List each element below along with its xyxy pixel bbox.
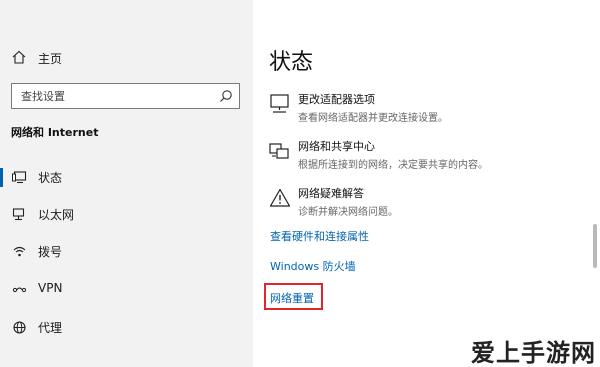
sidebar: 主页 网络和 Internet 状态 以太网 拨号 bbox=[0, 0, 253, 367]
scrollbar[interactable] bbox=[593, 224, 597, 268]
ethernet-icon bbox=[12, 208, 25, 221]
watermark: 爱上手游网 bbox=[471, 339, 596, 367]
view-hardware-properties-link[interactable]: 查看硬件和连接属性 bbox=[270, 228, 369, 244]
adapter-monitor-icon bbox=[270, 94, 289, 113]
setting-title: 网络疑难解答 bbox=[298, 187, 364, 200]
search-box[interactable] bbox=[11, 83, 240, 109]
sidebar-item-label: 以太网 bbox=[38, 208, 75, 222]
warning-triangle-icon bbox=[269, 188, 291, 207]
status-monitor-icon bbox=[12, 171, 27, 184]
network-sharing-center[interactable]: 网络和共享中心 根据所连接到的网络，决定要共享的内容。 bbox=[269, 138, 589, 182]
windows-firewall-link[interactable]: Windows 防火墙 bbox=[270, 258, 356, 274]
sidebar-item-label: 拨号 bbox=[38, 245, 63, 259]
setting-description: 诊断并解决网络问题。 bbox=[298, 207, 398, 218]
setting-title: 更改适配器选项 bbox=[298, 93, 375, 106]
setting-description: 查看网络适配器并更改连接设置。 bbox=[298, 113, 448, 124]
active-indicator bbox=[0, 168, 3, 187]
search-icon[interactable] bbox=[219, 89, 233, 103]
sharing-center-icon bbox=[269, 143, 289, 159]
sidebar-item-dialup[interactable]: 拨号 bbox=[0, 234, 253, 268]
section-title: 网络和 Internet bbox=[11, 126, 99, 139]
change-adapter-options[interactable]: 更改适配器选项 查看网络适配器并更改连接设置。 bbox=[269, 91, 589, 135]
search-input[interactable] bbox=[12, 84, 212, 108]
home-label: 主页 bbox=[38, 52, 63, 66]
page-title: 状态 bbox=[269, 50, 314, 75]
sidebar-item-ethernet[interactable]: 以太网 bbox=[0, 197, 253, 231]
vpn-icon bbox=[12, 287, 27, 293]
setting-description: 根据所连接到的网络，决定要共享的内容。 bbox=[298, 160, 488, 171]
sidebar-item-label: 代理 bbox=[38, 321, 63, 335]
home-nav-item[interactable]: 主页 bbox=[0, 40, 253, 74]
home-icon bbox=[12, 50, 26, 64]
highlight-frame bbox=[264, 283, 323, 310]
sidebar-item-label: 状态 bbox=[38, 171, 63, 185]
main-content: 状态 更改适配器选项 查看网络适配器并更改连接设置。 网络和共享中心 根据所连接… bbox=[253, 0, 600, 367]
sidebar-item-label: VPN bbox=[38, 281, 63, 295]
network-troubleshooter[interactable]: 网络疑难解答 诊断并解决网络问题。 bbox=[269, 185, 589, 229]
sidebar-item-proxy[interactable]: 代理 bbox=[0, 310, 253, 344]
globe-proxy-icon bbox=[13, 321, 26, 334]
dialup-icon bbox=[13, 246, 26, 257]
sidebar-item-status[interactable]: 状态 bbox=[0, 160, 253, 194]
sidebar-item-vpn[interactable]: VPN bbox=[0, 272, 253, 306]
setting-title: 网络和共享中心 bbox=[298, 140, 375, 153]
